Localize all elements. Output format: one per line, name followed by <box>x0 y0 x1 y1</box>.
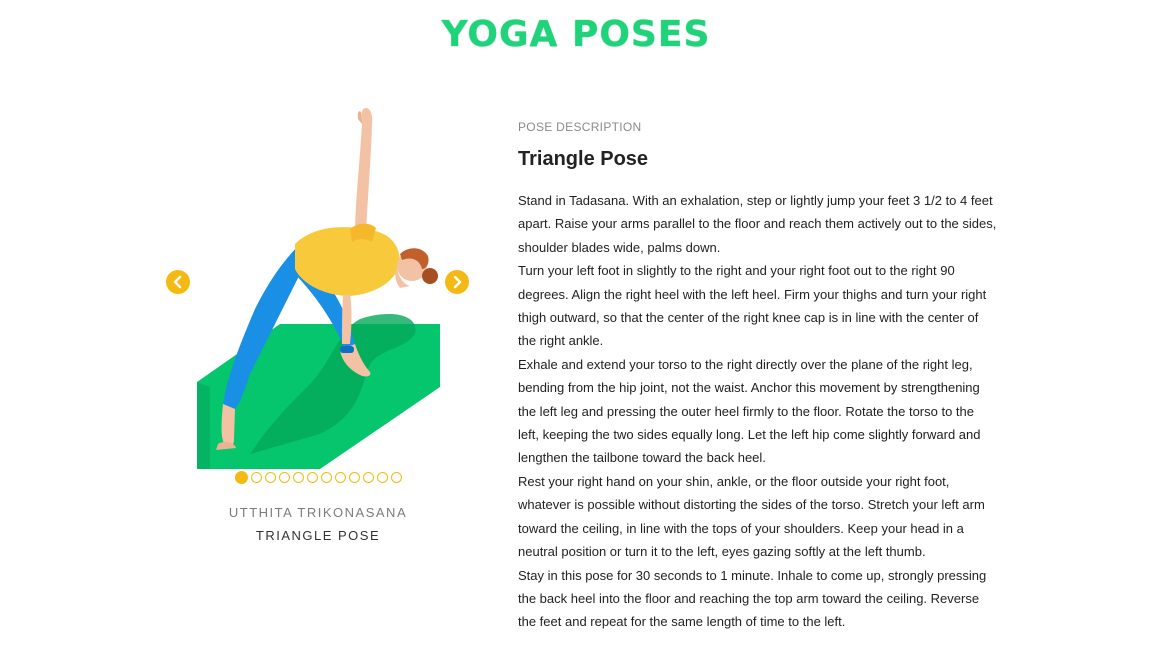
pagination-dot[interactable] <box>307 472 318 483</box>
carousel-pagination <box>235 471 402 484</box>
pose-carousel: Utthita Trikonasana Triangle Pose <box>160 100 480 560</box>
english-pose-name: Triangle Pose <box>255 528 381 543</box>
next-slide-button[interactable] <box>445 270 469 294</box>
page-title: Yoga Poses <box>441 14 711 55</box>
previous-slide-button[interactable] <box>166 270 190 294</box>
pagination-dot[interactable] <box>265 472 276 483</box>
pagination-dot[interactable] <box>321 472 332 483</box>
pose-title: Triangle Pose <box>518 148 649 170</box>
sanskrit-pose-name: Utthita Trikonasana <box>228 505 408 520</box>
pagination-dot[interactable] <box>391 472 402 483</box>
pagination-dot[interactable] <box>235 471 248 484</box>
pagination-dot[interactable] <box>251 472 262 483</box>
pagination-dot[interactable] <box>363 472 374 483</box>
description-paragraph: Turn your left foot in slightly to the r… <box>518 263 987 349</box>
pose-description-panel: Pose Description Triangle Pose Stand in … <box>518 120 998 634</box>
description-label: Pose Description <box>518 120 642 134</box>
description-paragraph: Stand in Tadasana. With an exhalation, s… <box>518 193 997 255</box>
description-paragraph: Exhale and extend your torso to the righ… <box>518 356 981 466</box>
pagination-dot[interactable] <box>349 472 360 483</box>
description-text: Stand in Tadasana. With an exhalation, s… <box>518 189 998 634</box>
chevron-left-icon <box>173 275 182 289</box>
pagination-dot[interactable] <box>335 472 346 483</box>
triangle-pose-illustration <box>190 104 450 479</box>
description-paragraph: Stay in this pose for 30 seconds to 1 mi… <box>518 567 987 630</box>
pagination-dot[interactable] <box>293 472 304 483</box>
chevron-right-icon <box>453 275 462 289</box>
pagination-dot[interactable] <box>377 472 388 483</box>
description-paragraph: Rest your right hand on your shin, ankle… <box>518 473 985 560</box>
pagination-dot[interactable] <box>279 472 290 483</box>
